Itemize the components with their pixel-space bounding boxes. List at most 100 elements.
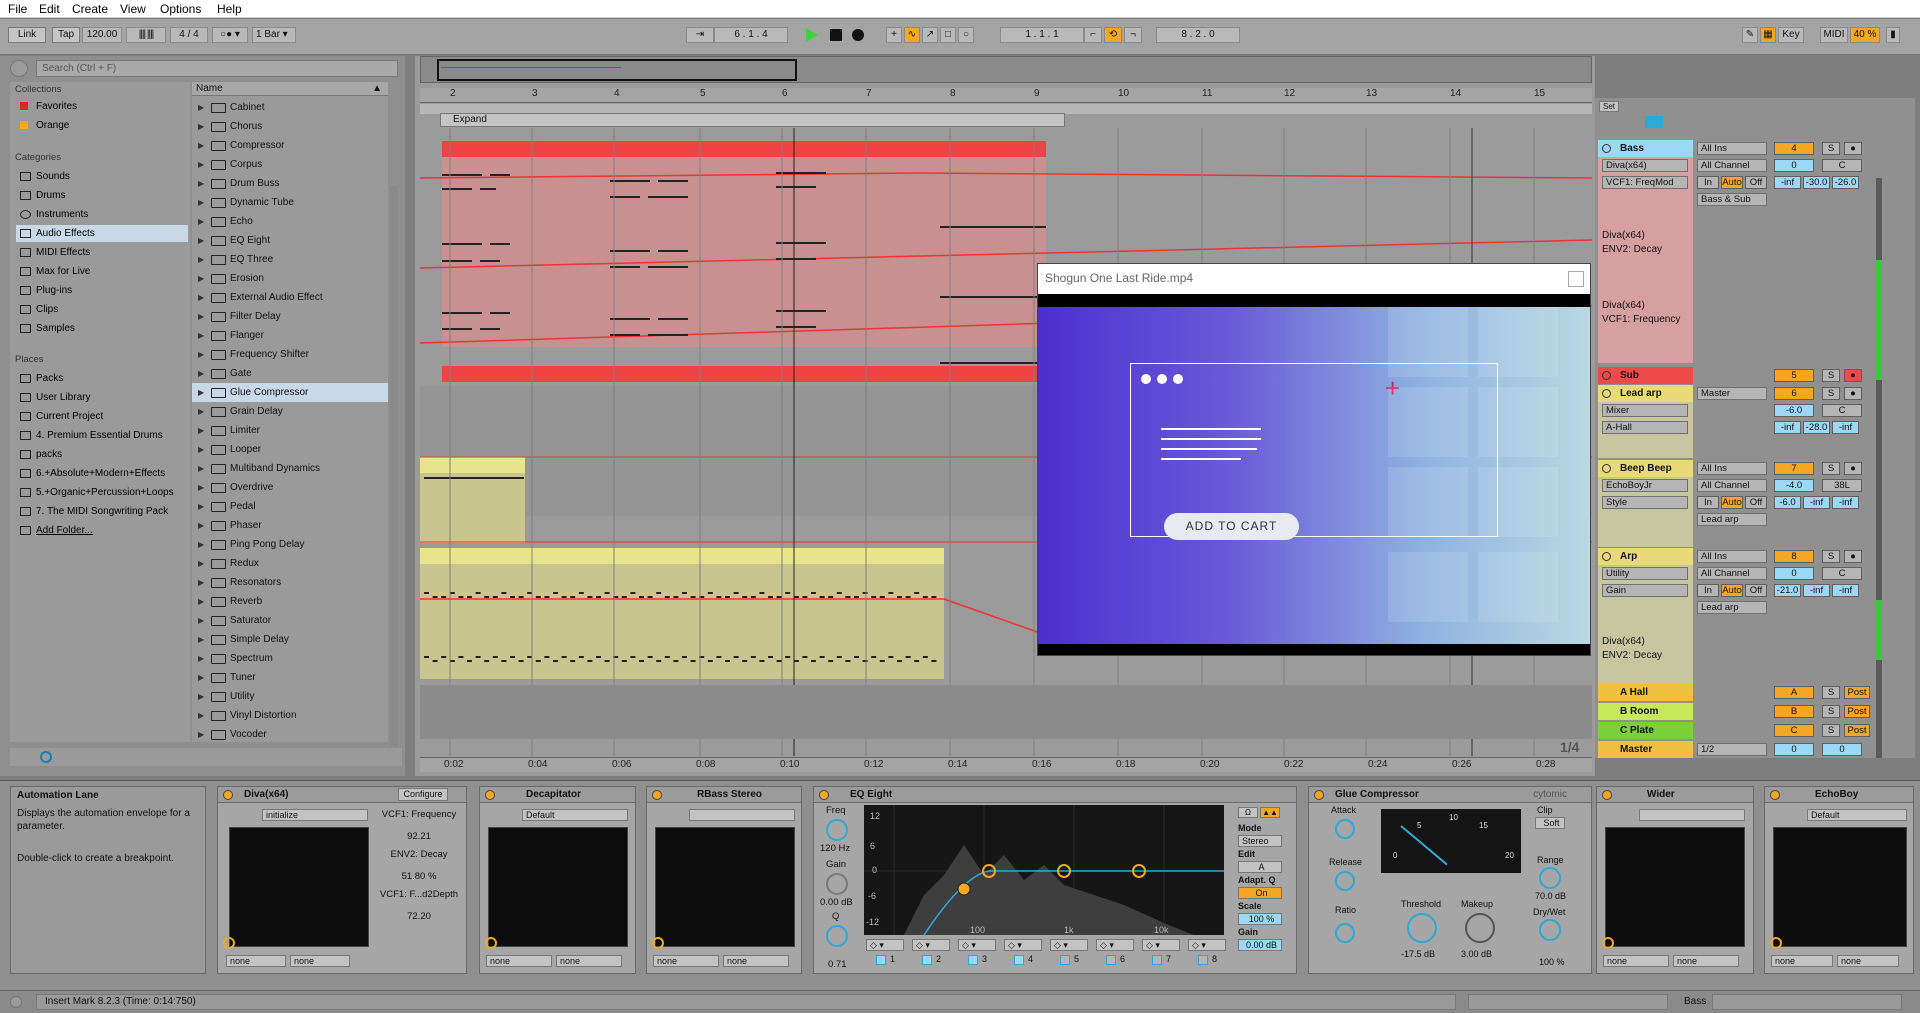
- place-packs[interactable]: Packs: [16, 370, 188, 387]
- monitor-in-button[interactable]: In: [1697, 584, 1719, 597]
- eq-band-toggle[interactable]: [1060, 955, 1070, 965]
- preset-select[interactable]: initialize: [262, 809, 368, 821]
- browser-item-corpus[interactable]: ▶ Corpus: [192, 155, 388, 174]
- place-absolute-modern[interactable]: 6.+Absolute+Modern+Effects: [16, 465, 188, 482]
- eq-band-toggle[interactable]: [1014, 955, 1024, 965]
- tap-button[interactable]: Tap: [52, 27, 80, 43]
- fold-track-icon[interactable]: [1602, 144, 1611, 153]
- adapt-q-toggle[interactable]: On: [1238, 887, 1282, 899]
- expand-arrow-icon[interactable]: ▶: [198, 117, 204, 136]
- menu-help[interactable]: Help: [217, 2, 242, 16]
- play-icon[interactable]: [806, 28, 818, 42]
- output-select[interactable]: Lead arp: [1697, 513, 1767, 526]
- track-number-button[interactable]: 5: [1774, 369, 1814, 382]
- solo-button[interactable]: S: [1822, 369, 1840, 382]
- drywet-value[interactable]: 100 %: [1539, 957, 1565, 967]
- solo-button[interactable]: S: [1822, 387, 1840, 400]
- overview-viewport[interactable]: [437, 59, 797, 81]
- position-field[interactable]: 6 . 1 . 4: [714, 27, 788, 43]
- input-type-select[interactable]: All Ins: [1697, 462, 1767, 475]
- monitor-auto-button[interactable]: Auto: [1721, 584, 1743, 597]
- gain-value[interactable]: 0.00 dB: [820, 897, 853, 908]
- send-field[interactable]: -28.0: [1803, 421, 1830, 434]
- punch-out-icon[interactable]: ¬: [1124, 27, 1142, 43]
- browser-item-overdrive[interactable]: ▶ Overdrive: [192, 478, 388, 497]
- pan-field[interactable]: C: [1822, 404, 1862, 417]
- macro-select-1[interactable]: none: [1771, 955, 1833, 967]
- expand-icon[interactable]: [1770, 937, 1782, 949]
- expand-arrow-icon[interactable]: ▶: [198, 193, 204, 212]
- expand-arrow-icon[interactable]: ▶: [198, 592, 204, 611]
- volume-field[interactable]: -6.0: [1774, 404, 1814, 417]
- menu-create[interactable]: Create: [72, 2, 108, 16]
- macro-select-2[interactable]: none: [556, 955, 622, 967]
- browser-item-glue-compressor[interactable]: ▶ Glue Compressor: [192, 383, 388, 402]
- mode-select[interactable]: Stereo: [1238, 835, 1282, 847]
- macro-select-2[interactable]: none: [1837, 955, 1899, 967]
- category-audio-effects[interactable]: Audio Effects: [16, 225, 188, 242]
- track-number-button[interactable]: 6: [1774, 387, 1814, 400]
- master-output-select[interactable]: 1/2: [1697, 743, 1767, 756]
- eq-filter-type-select[interactable]: ◇ ▾: [1188, 939, 1226, 951]
- pan-field[interactable]: C: [1822, 567, 1862, 580]
- automation-device-select[interactable]: Style: [1602, 496, 1688, 509]
- automation-device-select[interactable]: EchoBoyJr: [1602, 479, 1688, 492]
- category-plugins[interactable]: Plug-ins: [16, 282, 188, 299]
- send-field[interactable]: -21.0: [1774, 584, 1801, 597]
- browser-item-compressor[interactable]: ▶ Compressor: [192, 136, 388, 155]
- nudge-icon[interactable]: |||| ||||: [126, 27, 166, 43]
- eq-band-toggle[interactable]: [1152, 955, 1162, 965]
- browser-item-dynamic-tube[interactable]: ▶ Dynamic Tube: [192, 193, 388, 212]
- volume-field[interactable]: -4.0: [1774, 479, 1814, 492]
- expand-arrow-icon[interactable]: ▶: [198, 668, 204, 687]
- input-channel-select[interactable]: All Channel: [1697, 159, 1767, 172]
- browser-item-filter-delay[interactable]: ▶ Filter Delay: [192, 307, 388, 326]
- macro-select-2[interactable]: none: [723, 955, 789, 967]
- link-button[interactable]: Link: [8, 27, 46, 43]
- power-icon[interactable]: [485, 790, 495, 800]
- monitor-in-button[interactable]: In: [1697, 496, 1719, 509]
- browser-item-grain-delay[interactable]: ▶ Grain Delay: [192, 402, 388, 421]
- automation-device-select[interactable]: Gain: [1602, 584, 1688, 597]
- echoboy-title[interactable]: EchoBoy: [1765, 787, 1913, 803]
- browser-item-vocoder[interactable]: ▶ Vocoder: [192, 725, 388, 744]
- overdub-icon[interactable]: +: [886, 27, 902, 43]
- output-select[interactable]: Master: [1697, 387, 1767, 400]
- browser-item-redux[interactable]: ▶ Redux: [192, 554, 388, 573]
- place-user-library[interactable]: User Library: [16, 389, 188, 406]
- send-field[interactable]: -inf: [1832, 496, 1859, 509]
- power-icon[interactable]: [1770, 790, 1780, 800]
- browser-item-ping-pong-delay[interactable]: ▶ Ping Pong Delay: [192, 535, 388, 554]
- q-value[interactable]: 0.71: [828, 959, 847, 970]
- eq-band-toggle[interactable]: [876, 955, 886, 965]
- return-track-0[interactable]: A Hall: [1598, 684, 1693, 701]
- q-knob[interactable]: [826, 925, 848, 947]
- stop-icon[interactable]: [830, 29, 842, 41]
- pan-field[interactable]: C: [1822, 159, 1862, 172]
- gain-knob[interactable]: [826, 873, 848, 895]
- master-volume-field[interactable]: 0: [1774, 743, 1814, 756]
- place-current-project[interactable]: Current Project: [16, 408, 188, 425]
- master-pan-field[interactable]: 0: [1822, 743, 1862, 756]
- power-icon[interactable]: [1314, 790, 1324, 800]
- freq-value[interactable]: 120 Hz: [820, 843, 850, 854]
- preview-icon[interactable]: [40, 751, 52, 763]
- automation-device-select[interactable]: VCF1: FreqMod: [1602, 176, 1688, 189]
- arm-button[interactable]: ●: [1844, 369, 1862, 382]
- arm-button[interactable]: ●: [1844, 550, 1862, 563]
- monitor-off-button[interactable]: Off: [1745, 584, 1767, 597]
- quantize-select[interactable]: 1 Bar ▾: [252, 27, 296, 43]
- glue-title[interactable]: Glue Compressor cytomic: [1309, 787, 1591, 803]
- browser-item-gate[interactable]: ▶ Gate: [192, 364, 388, 383]
- collection-orange[interactable]: Orange: [16, 117, 188, 134]
- track-name-1[interactable]: Sub: [1598, 367, 1693, 384]
- close-icon[interactable]: [1568, 271, 1584, 287]
- follow-icon[interactable]: ⇥: [686, 27, 714, 43]
- expand-arrow-icon[interactable]: ▶: [198, 573, 204, 592]
- send-field[interactable]: -inf: [1803, 496, 1830, 509]
- expand-icon[interactable]: [485, 937, 497, 949]
- expand-arrow-icon[interactable]: ▶: [198, 459, 204, 478]
- browser-item-phaser[interactable]: ▶ Phaser: [192, 516, 388, 535]
- threshold-knob[interactable]: [1407, 913, 1437, 943]
- makeup-knob[interactable]: [1465, 913, 1495, 943]
